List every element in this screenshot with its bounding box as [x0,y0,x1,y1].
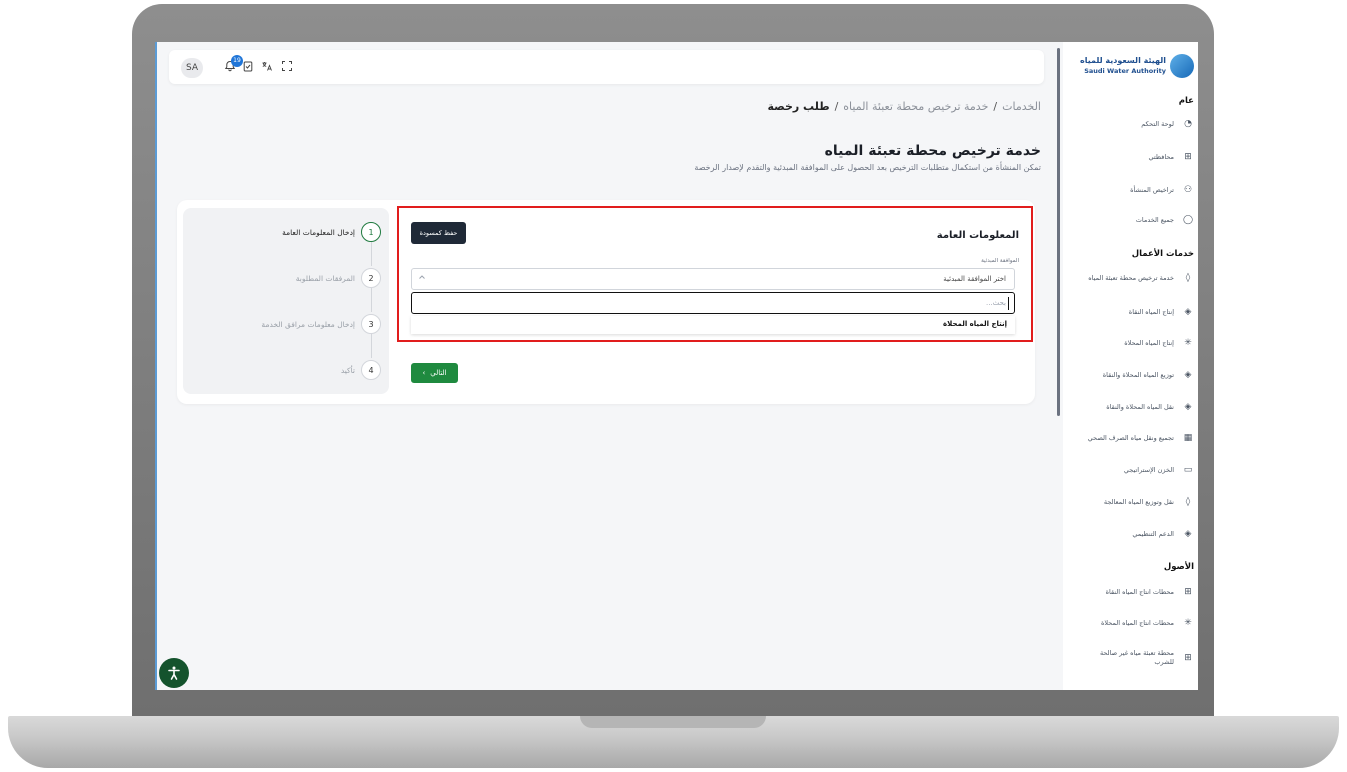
logo-text-ar: الهيئة السعودية للمياه [1080,56,1166,65]
sidebar: الهيئة السعودية للمياه Saudi Water Autho… [1063,42,1198,690]
approval-select[interactable]: اختر الموافقة المبدئية [411,268,1015,290]
logo: الهيئة السعودية للمياه Saudi Water Autho… [1069,54,1194,80]
sidebar-item-sewage[interactable]: ▦ تجميع ونقل مياه الصرف الصحي [1068,430,1194,446]
next-label: التالي [430,369,447,377]
sidebar-item-distribution[interactable]: ◈ توزيع المياه المحلاة والنقاة [1068,367,1194,383]
logo-text-en: Saudi Water Authority [1084,67,1166,75]
main-content: SA 19 الخدمات / خدمة ترخيص محطة تعبئة المي… [157,42,1055,690]
step-number: 4 [361,360,381,380]
dropdown-option[interactable]: إنتاج المياه المحلاة [411,316,1015,334]
step-label: إدخال المعلومات العامة [282,227,355,237]
accessibility-icon[interactable] [159,658,189,688]
logo-mark-icon [1170,54,1194,78]
sidebar-item-all-services[interactable]: ◯ جميع الخدمات [1068,212,1194,228]
step-number: 3 [361,314,381,334]
clipboard-check-icon[interactable] [241,60,255,74]
sidebar-item-filling-station[interactable]: ◊ خدمة ترخيص محطة تعبئة المياه [1068,270,1194,286]
page-description: تمكن المنشأة من استكمال متطلبات الترخيص … [694,163,1041,172]
topbar: SA 19 [169,50,1044,84]
step-label: إدخال معلومات مرافق الخدمة [261,319,355,329]
next-button[interactable]: التالي › [411,363,458,383]
step-label: تأكيد [340,365,355,375]
sidebar-group-assets: الأصول [1163,562,1194,572]
dashboard-icon: ◔ [1184,119,1192,129]
fullscreen-icon[interactable] [280,60,294,74]
breadcrumb-separator: / [993,100,998,113]
breadcrumb-item-service[interactable]: خدمة ترخيص محطة تعبئة المياه [843,100,988,113]
sidebar-item-purified-stations[interactable]: ⊞ محطات انتاج المياه النقاة [1068,584,1194,600]
sidebar-item-transport[interactable]: ◈ نقل المياه المحلاة والنقاة [1068,399,1194,415]
sidebar-item-purified-production[interactable]: ◈ إنتاج المياه النقاة [1068,304,1194,320]
grid-icon: ⊞ [1184,152,1192,162]
grid-icon: ⊞ [1184,587,1192,597]
support-icon: ◈ [1184,529,1192,539]
step-3[interactable]: 3 إدخال معلومات مرافق الخدمة [261,313,381,335]
breadcrumb-separator: / [834,100,839,113]
screen: SA 19 الخدمات / خدمة ترخيص محطة تعبئة المي… [155,42,1198,690]
translate-icon[interactable] [260,60,274,74]
step-number: 1 [361,222,381,242]
stepper: 1 إدخال المعلومات العامة 2 المرفقات المط… [183,208,389,394]
laptop-notch [580,716,766,728]
breadcrumb-current: طلب رخصة [767,100,830,113]
drop-icon: ◯ [1182,215,1194,225]
sidebar-item-licenses[interactable]: ⚇ تراخيص المنشأة [1068,182,1194,198]
section-title: المعلومات العامة [936,230,1019,241]
user-avatar[interactable]: SA [181,58,203,78]
water-drop-icon: ◈ [1184,307,1192,317]
sidebar-item-non-potable-station[interactable]: ⊞ محطة تعبئة مياه غير صالحة للشرب [1068,646,1194,670]
breadcrumb-item-services[interactable]: الخدمات [1002,100,1041,113]
sidebar-item-dashboard[interactable]: ◔ لوحة التحكم [1068,116,1194,132]
sidebar-item-strategic-storage[interactable]: ▭ الخزن الإستراتيجي [1068,462,1194,478]
storage-icon: ▭ [1183,465,1193,475]
water-drop-icon: ◈ [1184,370,1192,380]
station-icon: ◊ [1185,497,1191,507]
search-input[interactable]: بحث... [411,292,1015,314]
step-number: 2 [361,268,381,288]
general-info-section: المعلومات العامة حفظ كمسودة الموافقة الم… [397,206,1033,342]
step-4[interactable]: 4 تأكيد [341,359,381,381]
grid-pipes-icon: ▦ [1183,433,1193,443]
save-draft-button[interactable]: حفظ كمسودة [411,222,466,244]
breadcrumb: الخدمات / خدمة ترخيص محطة تعبئة المياه / طلب… [767,100,1041,113]
chevron-left-icon: › [422,369,426,377]
search-placeholder: بحث... [985,299,1006,307]
sidebar-item-desalinated-stations[interactable]: ✳ محطات انتاج المياه المحلاة [1068,615,1194,631]
water-drop-icon: ◈ [1184,402,1192,412]
grid-icon: ⊞ [1184,653,1192,663]
step-1[interactable]: 1 إدخال المعلومات العامة [282,221,381,243]
snowflake-icon: ✳ [1184,618,1192,628]
step-2[interactable]: 2 المرفقات المطلوبة [296,267,381,289]
sidebar-group-general: عام [1178,96,1194,106]
user-icon: ⚇ [1183,185,1193,195]
text-caret [1008,297,1009,310]
sidebar-item-portfolio[interactable]: ⊞ محافظتي [1068,149,1194,165]
step-connector [370,288,372,312]
step-connector [370,242,372,266]
sidebar-item-regulatory-support[interactable]: ◈ الدعم التنظيمي [1068,526,1194,542]
page-title: خدمة ترخيص محطة تعبئة المياه [824,143,1041,159]
select-value: اختر الموافقة المبدئية [943,275,1006,283]
approval-field-label: الموافقة المبدئية [981,258,1019,264]
step-connector [370,334,372,358]
chevron-up-icon [418,273,426,283]
sidebar-group-business: خدمات الأعمال [1131,249,1194,259]
scrollbar[interactable] [1057,48,1060,416]
station-icon: ◊ [1185,273,1191,283]
sidebar-item-desalinated-production[interactable]: ✳ إنتاج المياه المحلاة [1068,335,1194,351]
sidebar-item-treated-water[interactable]: ◊ نقل وتوزيع المياه المعالجة [1068,494,1194,510]
step-label: المرفقات المطلوبة [295,273,355,283]
snowflake-icon: ✳ [1184,338,1192,348]
option-label: إنتاج المياه المحلاة [943,320,1007,328]
